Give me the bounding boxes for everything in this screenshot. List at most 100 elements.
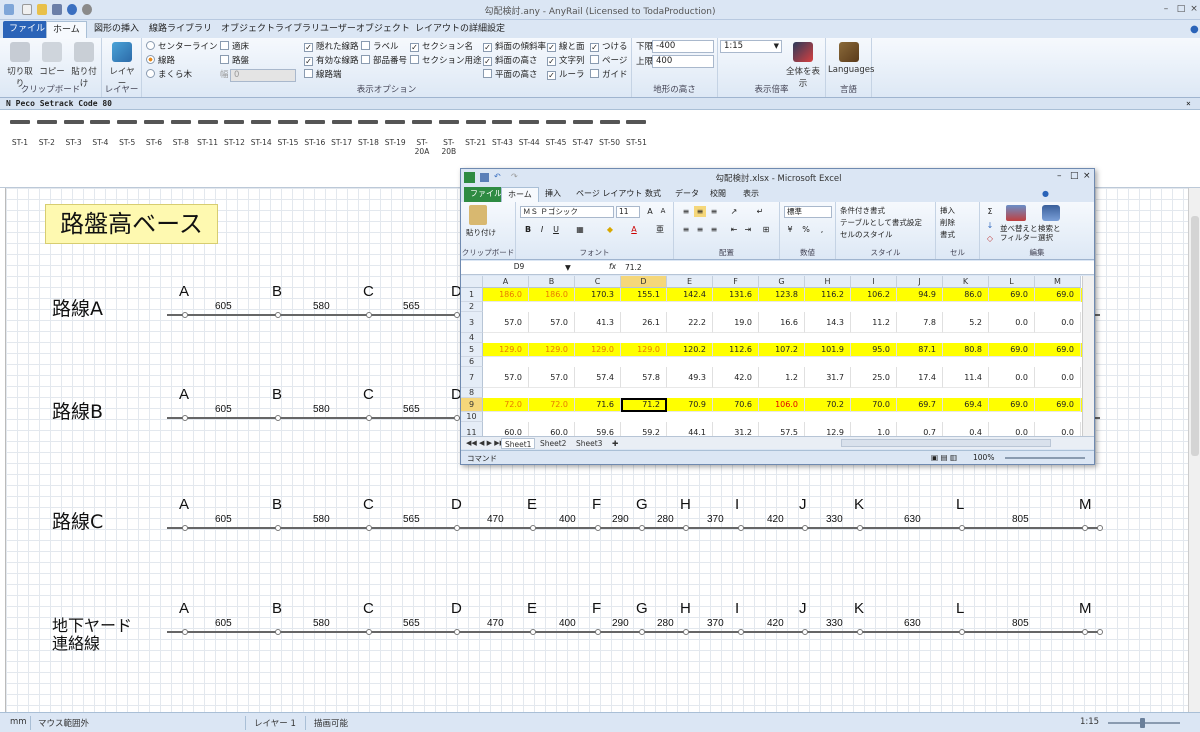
table-cell[interactable]: 31.7	[805, 367, 851, 388]
part-item[interactable]: ST-51	[623, 116, 649, 147]
table-cell[interactable]: 101.9	[805, 343, 851, 357]
row-header[interactable]: 4	[461, 333, 483, 343]
part-item[interactable]: ST-16	[302, 116, 328, 147]
align-left-icon[interactable]: ≡	[680, 224, 692, 235]
format-as-table-button[interactable]: テーブルとして書式設定	[840, 217, 922, 228]
track-node[interactable]	[1082, 525, 1088, 531]
table-cell[interactable]: 57.4	[575, 367, 621, 388]
track-node[interactable]	[275, 525, 281, 531]
route-label[interactable]: 地下ヤード 連絡線	[52, 617, 132, 653]
table-cell[interactable]: 59.6	[575, 422, 621, 436]
track-node[interactable]	[959, 629, 965, 635]
track-node[interactable]	[366, 629, 372, 635]
column-header[interactable]: C	[575, 276, 621, 288]
shrink-font-icon[interactable]: A	[657, 206, 669, 217]
table-cell[interactable]: 60.0	[483, 422, 529, 436]
part-item[interactable]: ST-45	[543, 116, 569, 147]
row-header[interactable]: 11	[461, 422, 483, 436]
part-item[interactable]: ST-19	[382, 116, 408, 147]
tab-track-library[interactable]: 線路ライブラリ	[143, 21, 218, 38]
italic-icon[interactable]: I	[536, 224, 548, 235]
table-cell[interactable]: 0.7	[897, 422, 943, 436]
view-mode-icons[interactable]: ▣ ▤ ▥	[931, 453, 957, 462]
lower-limit-input[interactable]: -400	[652, 40, 714, 53]
font-size-select[interactable]: 11	[616, 206, 640, 218]
table-cell[interactable]: 69.7	[897, 398, 943, 412]
column-header[interactable]: D	[621, 276, 667, 288]
format-cells-button[interactable]: 書式	[940, 229, 955, 240]
zoom-slider-thumb[interactable]	[1140, 718, 1145, 728]
table-cell[interactable]: 17.4	[897, 367, 943, 388]
table-cell[interactable]: 25.0	[851, 367, 897, 388]
checkbox-valid-track[interactable]: ✓ 有効な線路	[304, 55, 359, 68]
table-cell[interactable]: 71.6	[575, 398, 621, 412]
table-cell[interactable]: 72.0	[483, 398, 529, 412]
table-cell[interactable]: 57.0	[483, 312, 529, 333]
checkbox-page[interactable]: ページ	[590, 55, 627, 68]
languages-button[interactable]: Languages	[828, 42, 874, 75]
wrap-text-icon[interactable]: ↵	[754, 206, 766, 217]
part-item[interactable]: ST-18	[355, 116, 381, 147]
tab-object-library[interactable]: オブジェクトライブラリ	[215, 21, 326, 38]
clear-icon[interactable]: ◇	[984, 233, 996, 244]
table-cell[interactable]: 170.3	[575, 288, 621, 302]
table-cell[interactable]: 70.6	[713, 398, 759, 412]
table-cell[interactable]: 0.0	[989, 367, 1035, 388]
column-header[interactable]: M	[1035, 276, 1081, 288]
font-name-select[interactable]: ＭＳ Ｐゴシック	[520, 206, 614, 218]
scale-select[interactable]: 1:15 ▼	[720, 40, 782, 53]
checkbox-text[interactable]: ✓ 文字列	[547, 55, 585, 68]
table-cell[interactable]: 86.0	[943, 288, 989, 302]
table-cell[interactable]: 0.0	[989, 312, 1035, 333]
part-item[interactable]: ST-5	[114, 116, 140, 147]
name-box[interactable]: D9	[463, 262, 573, 274]
track-node[interactable]	[639, 525, 645, 531]
table-cell[interactable]: 155.1	[621, 288, 667, 302]
column-header[interactable]: A	[483, 276, 529, 288]
align-middle-icon[interactable]: ≡	[694, 206, 706, 217]
part-item[interactable]: ST-50	[597, 116, 623, 147]
name-box-dropdown-icon[interactable]: ▼	[565, 263, 571, 272]
table-cell[interactable]: 129.0	[529, 343, 575, 357]
column-header[interactable]: E	[667, 276, 713, 288]
part-item[interactable]: ST-15	[275, 116, 301, 147]
panel-close-icon[interactable]: ×	[1186, 99, 1191, 108]
sheet-tab-2[interactable]: Sheet2	[537, 438, 569, 449]
table-cell[interactable]: 123.8	[759, 288, 805, 302]
phonetic-icon[interactable]: 亜	[654, 224, 666, 235]
table-cell[interactable]: 142.4	[667, 288, 713, 302]
table-cell[interactable]: 0.0	[1035, 312, 1081, 333]
fit-all-button[interactable]: 全体を表示	[782, 42, 824, 89]
column-header[interactable]: I	[851, 276, 897, 288]
part-item[interactable]: ST-20B	[436, 116, 462, 156]
table-cell[interactable]: 112.6	[713, 343, 759, 357]
row-header[interactable]: 3	[461, 312, 483, 333]
align-center-icon[interactable]: ≡	[694, 224, 706, 235]
table-cell[interactable]: 12.9	[805, 422, 851, 436]
checkbox-ruler[interactable]: ✓ ルーラ	[547, 69, 585, 82]
track-node[interactable]	[595, 629, 601, 635]
part-item[interactable]: ST-1	[7, 116, 33, 147]
column-header[interactable]: L	[989, 276, 1035, 288]
table-cell[interactable]: 131.6	[713, 288, 759, 302]
part-item[interactable]: ST-8	[168, 116, 194, 147]
excel-vertical-scrollbar[interactable]	[1082, 276, 1094, 436]
radio-sleepers[interactable]: まくら木	[146, 69, 192, 82]
vertical-scrollbar[interactable]	[1188, 188, 1200, 712]
table-cell[interactable]: 0.4	[943, 422, 989, 436]
table-cell[interactable]: 42.0	[713, 367, 759, 388]
part-item[interactable]: ST-2	[34, 116, 60, 147]
excel-tab-insert[interactable]: 挿入	[539, 187, 567, 202]
part-item[interactable]: ST-17	[329, 116, 355, 147]
minimize-icon[interactable]: –	[1160, 3, 1172, 15]
row-header[interactable]: 1	[461, 288, 483, 302]
close-icon[interactable]: ×	[1188, 3, 1200, 15]
track-node[interactable]	[1082, 629, 1088, 635]
excel-tab-home[interactable]: ホーム	[501, 187, 539, 202]
row-header[interactable]: 9	[461, 398, 483, 412]
table-cell[interactable]: 70.9	[667, 398, 713, 412]
track-node[interactable]	[182, 415, 188, 421]
table-cell[interactable]: 0.0	[1035, 422, 1081, 436]
layer-button[interactable]: レイヤー	[106, 42, 138, 89]
roadbed-base-label[interactable]: 路盤高ベース	[45, 204, 218, 244]
